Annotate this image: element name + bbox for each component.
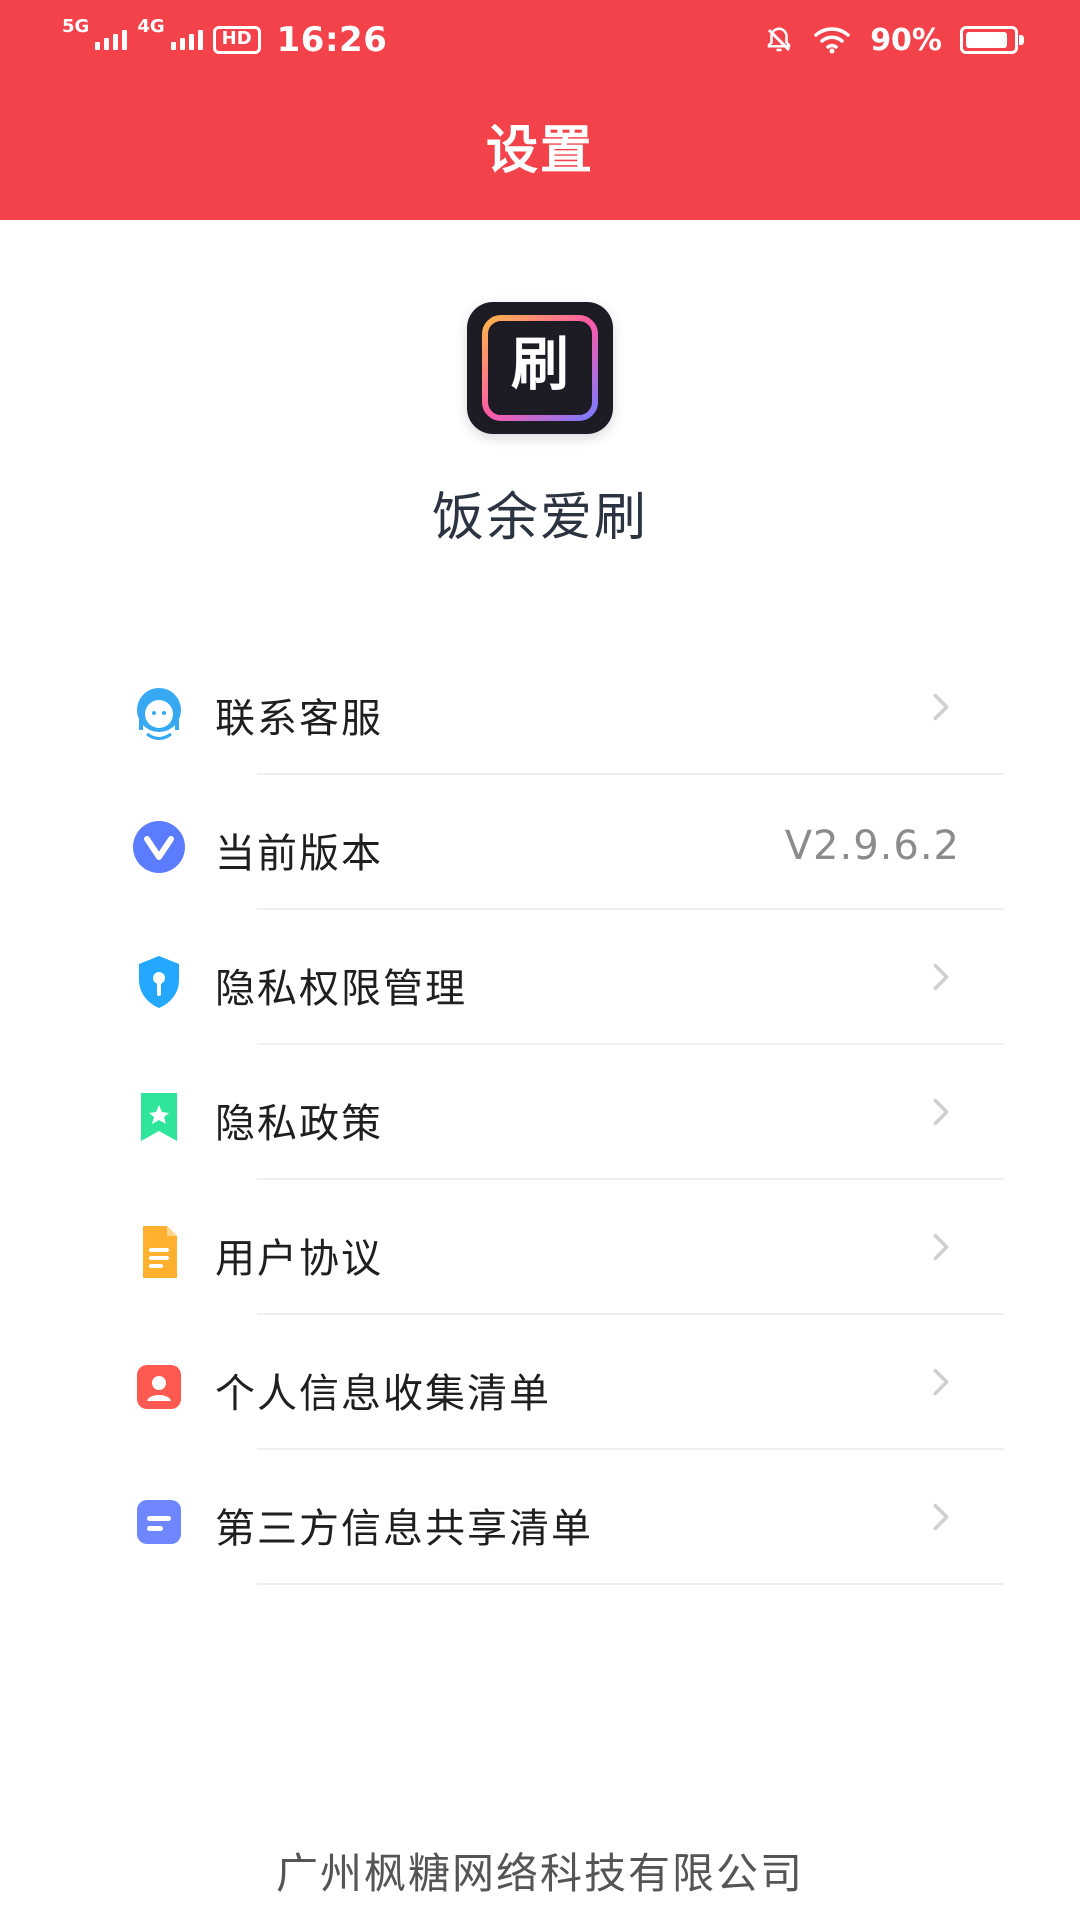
settings-list: 联系客服 当前版本 V2.9.6.2 隐私权限管理 隐私政策 用户协议 个人信息…	[0, 640, 1080, 1585]
menu-item-label: 个人信息收集清单	[215, 1371, 551, 1417]
status-time: 16:26	[276, 20, 388, 60]
app-logo: 刷	[467, 302, 613, 434]
menu-item-label: 隐私权限管理	[215, 966, 467, 1012]
menu-item-label: 隐私政策	[215, 1101, 383, 1147]
app-name: 饭余爱刷	[431, 488, 648, 548]
privacy-permission-icon	[139, 956, 179, 1008]
chevron-right-icon	[933, 1233, 949, 1261]
battery-percent: 90%	[870, 22, 942, 58]
menu-item-privacy-permission[interactable]: 隐私权限管理	[0, 910, 1080, 1045]
version-icon	[133, 821, 185, 873]
top-app-bar: 5G 4G HD 16:26 90% 设置	[0, 0, 1080, 220]
version-value: V2.9.6.2	[784, 823, 960, 869]
chevron-right-icon	[933, 1368, 949, 1396]
menu-item-label: 联系客服	[215, 696, 383, 742]
divider	[257, 1583, 1004, 1585]
company-name: 广州枫糖网络科技有限公司	[275, 1849, 804, 1898]
privacy-policy-icon	[141, 1093, 177, 1141]
signal-bars-icon	[95, 30, 128, 50]
page-title: 设置	[485, 121, 594, 181]
status-right: 90%	[764, 18, 1024, 62]
menu-item-label: 第三方信息共享清单	[215, 1506, 593, 1552]
battery-icon	[960, 26, 1024, 54]
menu-item-label: 用户协议	[215, 1236, 383, 1282]
menu-item-privacy-policy[interactable]: 隐私政策	[0, 1045, 1080, 1180]
signal-5g: 5G	[62, 18, 128, 50]
customer-service-icon	[137, 688, 181, 740]
menu-item-customer-service[interactable]: 联系客服	[0, 640, 1080, 775]
battery-fill	[966, 32, 1008, 48]
signal-4g: 4G	[137, 18, 203, 50]
chevron-right-icon	[933, 963, 949, 991]
menu-item-user-agreement[interactable]: 用户协议	[0, 1180, 1080, 1315]
menu-item-current-version: 当前版本 V2.9.6.2	[0, 775, 1080, 910]
user-agreement-icon	[143, 1226, 177, 1278]
signal-bars-icon	[170, 30, 203, 50]
menu-item-third-party-share[interactable]: 第三方信息共享清单	[0, 1450, 1080, 1585]
app-logo-glyph: 刷	[511, 330, 569, 398]
third-party-share-icon	[137, 1500, 181, 1544]
menu-item-personal-info[interactable]: 个人信息收集清单	[0, 1315, 1080, 1450]
status-bar: 5G 4G HD 16:26 90%	[0, 0, 1080, 80]
status-left: 5G 4G HD 16:26	[62, 18, 387, 62]
signal-5g-label: 5G	[62, 16, 90, 37]
chevron-right-icon	[933, 1503, 949, 1531]
signal-4g-label: 4G	[137, 16, 165, 37]
chevron-right-icon	[933, 693, 949, 721]
mute-bell-icon	[767, 27, 791, 52]
wifi-icon	[814, 27, 850, 54]
hd-badge: HD	[212, 26, 261, 54]
app-logo-icon: 刷	[482, 315, 598, 421]
personal-info-icon	[137, 1365, 181, 1409]
chevron-right-icon	[933, 1098, 949, 1126]
menu-item-label: 当前版本	[215, 831, 383, 877]
